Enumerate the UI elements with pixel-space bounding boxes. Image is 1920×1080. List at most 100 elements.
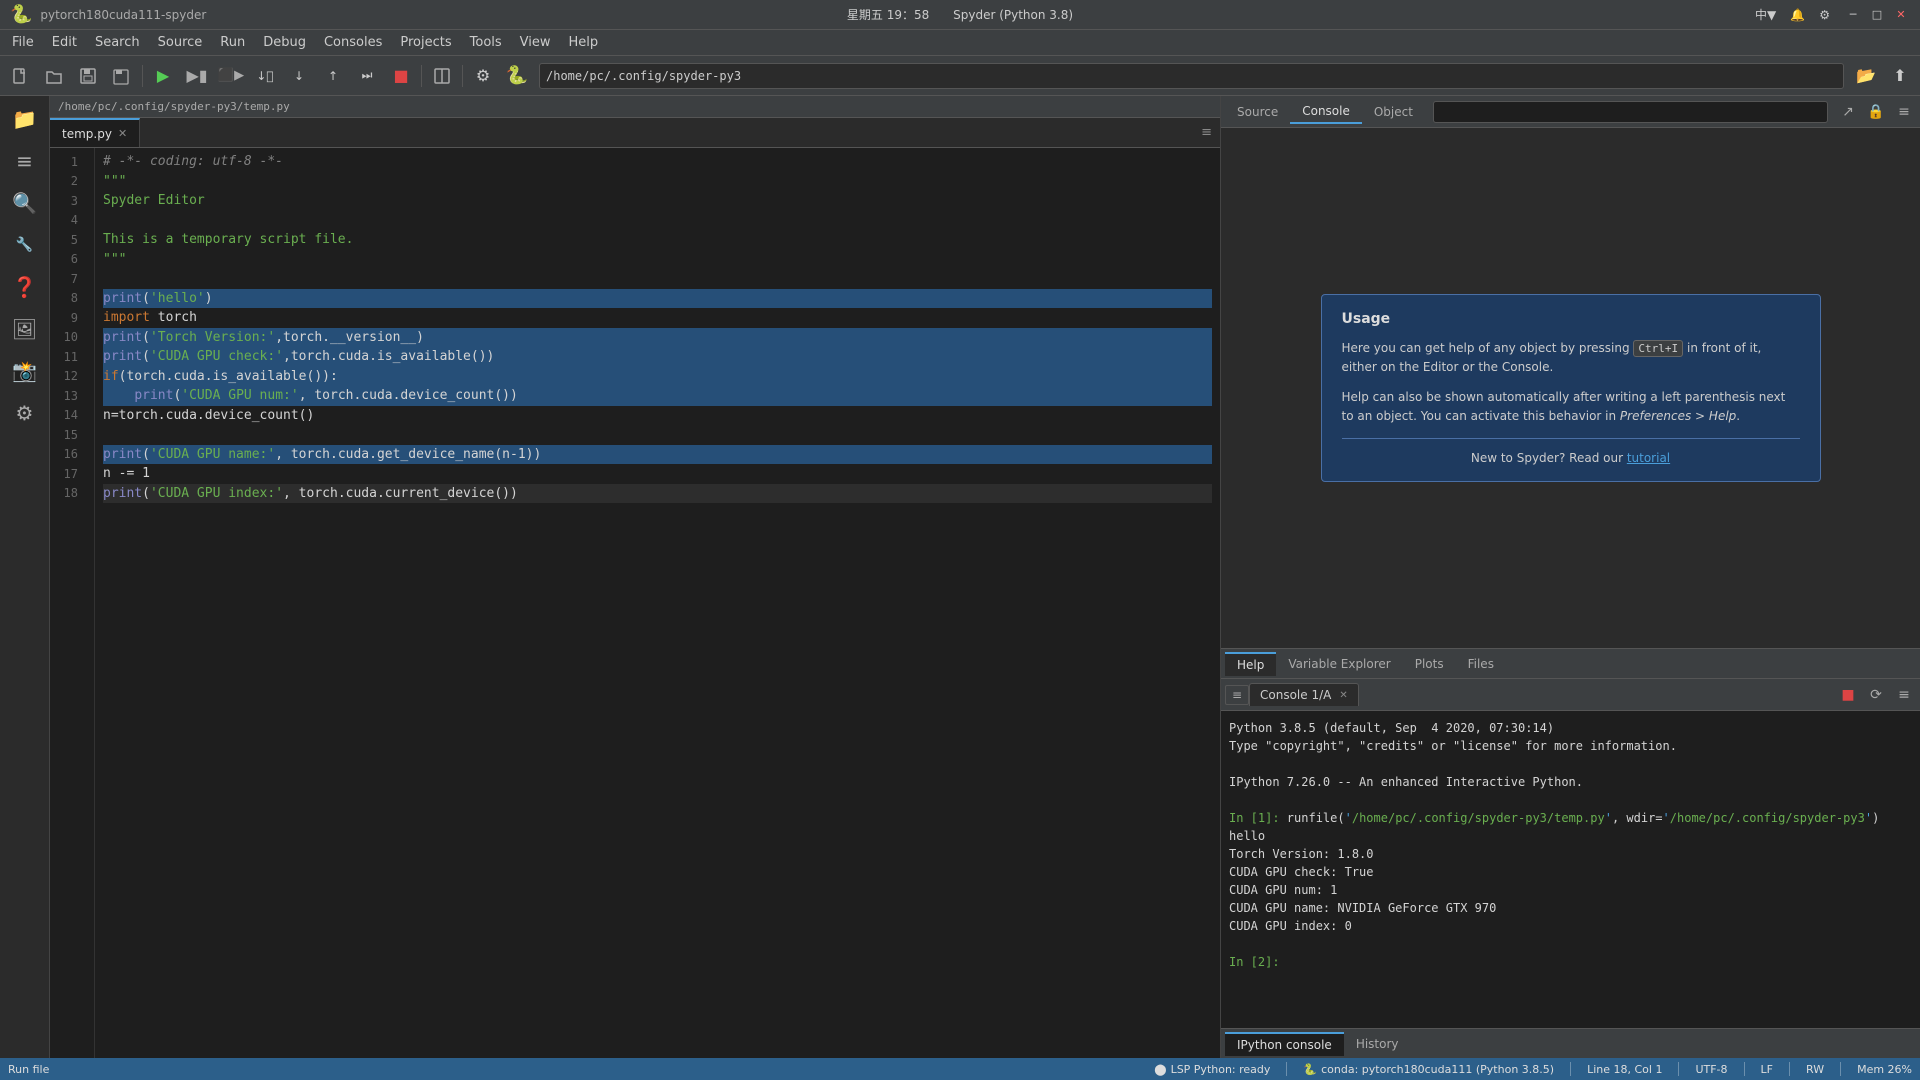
line-num-2: 2 (50, 172, 86, 192)
debug-button[interactable]: ⬛▶ (215, 61, 247, 91)
tab-console[interactable]: Console (1290, 100, 1362, 124)
tab-source[interactable]: Source (1225, 101, 1290, 123)
console-interrupt-button[interactable]: ■ (1836, 683, 1860, 707)
tutorial-link[interactable]: tutorial (1627, 451, 1670, 465)
sidebar-icon-camera[interactable]: 📸 (6, 352, 44, 390)
line-num-4: 4 (50, 211, 86, 231)
tab-files[interactable]: Files (1456, 653, 1506, 675)
toolbar: ▶ ▶▮ ⬛▶ ↓⃝ ↓ ↑ ⏭ ■ ⚙ 🐍 📂 ⬆ (0, 56, 1920, 96)
endings-status: LF (1761, 1063, 1773, 1076)
split-editor-button[interactable] (426, 61, 458, 91)
help-panel: Source Console Object ↗ 🔒 ≡ Usage Here y… (1221, 96, 1920, 678)
menu-tools[interactable]: Tools (462, 33, 510, 52)
sidebar-icon-help[interactable]: ❓ (6, 268, 44, 306)
menu-edit[interactable]: Edit (44, 33, 85, 52)
line-num-10: 10 (50, 328, 86, 348)
sidebar-icon-outline[interactable]: ≡ (6, 142, 44, 180)
right-panels: Source Console Object ↗ 🔒 ≡ Usage Here y… (1220, 96, 1920, 1058)
menu-view[interactable]: View (512, 33, 559, 52)
line-num-5: 5 (50, 230, 86, 250)
sidebar-icon-debug2[interactable]: 🔧 (6, 226, 44, 264)
options-button[interactable]: ≡ (1892, 100, 1916, 124)
menu-source[interactable]: Source (150, 33, 211, 52)
lock-button[interactable]: 🔒 (1864, 100, 1888, 124)
tab-help[interactable]: Help (1225, 652, 1276, 676)
close-button[interactable]: ✕ (1892, 6, 1910, 24)
app-title: pytorch180cuda111-spyder (40, 8, 206, 22)
step-into-button[interactable]: ↓ (283, 61, 315, 91)
lang-switcher[interactable]: 中▼ (1755, 6, 1776, 23)
step-over-button[interactable]: ↓⃝ (249, 61, 281, 91)
menu-file[interactable]: File (4, 33, 42, 52)
object-input[interactable] (1433, 101, 1828, 123)
line-numbers: 1 2 3 4 5 6 7 8 9 10 11 12 13 14 15 16 1… (50, 148, 95, 1058)
tab-plots[interactable]: Plots (1403, 653, 1456, 675)
menu-search[interactable]: Search (87, 33, 148, 52)
main-area: 📁 ≡ 🔍 🔧 ❓ 🖼 📸 ⚙ /home/pc/.config/spyder-… (0, 96, 1920, 1058)
line-num-17: 17 (50, 464, 86, 484)
sync-button[interactable]: ⬆ (1884, 61, 1916, 91)
console-bottom-tabs: IPython console History (1221, 1028, 1920, 1058)
source-link-button[interactable]: ↗ (1836, 100, 1860, 124)
new-file-button[interactable] (4, 61, 36, 91)
menu-consoles[interactable]: Consoles (316, 33, 390, 52)
tab-variable-explorer[interactable]: Variable Explorer (1276, 653, 1402, 675)
code-line-8: print('hello') (103, 289, 1212, 309)
conda-env-button[interactable]: 🐍 (501, 61, 533, 91)
editor-tab-temp-py[interactable]: temp.py ✕ (50, 118, 140, 147)
tab-close-button[interactable]: ✕ (118, 127, 127, 140)
save-file-button[interactable] (72, 61, 104, 91)
maximize-button[interactable]: □ (1868, 6, 1886, 24)
menu-help[interactable]: Help (561, 33, 607, 52)
console-line-1: Python 3.8.5 (default, Sep 4 2020, 07:30… (1229, 719, 1912, 737)
menu-debug[interactable]: Debug (255, 33, 314, 52)
line-num-7: 7 (50, 269, 86, 289)
tab-object[interactable]: Object (1362, 101, 1425, 123)
usage-center: New to Spyder? Read our tutorial (1342, 451, 1800, 465)
menu-projects[interactable]: Projects (392, 33, 459, 52)
sidebar-icon-files[interactable]: 📁 (6, 100, 44, 138)
step-out-button[interactable]: ↑ (317, 61, 349, 91)
console-tab-label: Console 1/A (1260, 688, 1331, 702)
sidebar-icon-plot[interactable]: 🖼 (6, 310, 44, 348)
settings-button[interactable]: ⚙ (467, 61, 499, 91)
code-content[interactable]: # -*- coding: utf-8 -*- """ Spyder Edito… (95, 148, 1220, 1058)
menu-run[interactable]: Run (212, 33, 253, 52)
sidebar-icon-settings2[interactable]: ⚙ (6, 394, 44, 432)
folder-icon-button[interactable]: 📂 (1850, 61, 1882, 91)
panel-tab-actions: ↗ 🔒 ≡ (1836, 100, 1916, 124)
save-all-button[interactable] (106, 61, 138, 91)
code-line-17: n -= 1 (103, 464, 1212, 484)
console-tab-close[interactable]: ✕ (1339, 690, 1347, 701)
tab-history[interactable]: History (1344, 1033, 1411, 1055)
line-num-11: 11 (50, 347, 86, 367)
sidebar-icon-find[interactable]: 🔍 (6, 184, 44, 222)
console-line-12: CUDA GPU index: 0 (1229, 917, 1912, 935)
console-menu-button[interactable]: ≡ (1225, 685, 1249, 705)
tab-menu-button[interactable]: ≡ (1193, 118, 1220, 147)
run-button[interactable]: ▶ (147, 61, 179, 91)
console-line-4: IPython 7.26.0 -- An enhanced Interactiv… (1229, 773, 1912, 791)
title-bar: 🐍 pytorch180cuda111-spyder 星期五 19：58 Spy… (0, 0, 1920, 30)
settings-icon[interactable]: ⚙ (1819, 8, 1830, 22)
minimize-button[interactable]: ─ (1844, 6, 1862, 24)
line-num-3: 3 (50, 191, 86, 211)
title-bar-center: 星期五 19：58 Spyder (Python 3.8) (847, 6, 1073, 23)
console-content[interactable]: Python 3.8.5 (default, Sep 4 2020, 07:30… (1221, 711, 1920, 1028)
usage-box: Usage Here you can get help of any objec… (1321, 294, 1821, 482)
console-pane: ≡ Console 1/A ✕ ■ ⟳ ≡ Python 3.8.5 (defa… (1221, 678, 1920, 1058)
tab-ipython-console[interactable]: IPython console (1225, 1032, 1344, 1056)
console-restart-button[interactable]: ⟳ (1864, 683, 1888, 707)
notification-icon[interactable]: 🔔 (1790, 8, 1805, 22)
stop-button[interactable]: ■ (385, 61, 417, 91)
position-text: Line 18, Col 1 (1587, 1063, 1662, 1076)
console-options-button[interactable]: ≡ (1892, 683, 1916, 707)
console-line-5 (1229, 791, 1912, 809)
path-input[interactable] (546, 69, 1837, 83)
continue-button[interactable]: ⏭ (351, 61, 383, 91)
console-tab-1[interactable]: Console 1/A ✕ (1249, 683, 1359, 706)
run-cell-button[interactable]: ▶▮ (181, 61, 213, 91)
open-file-button[interactable] (38, 61, 70, 91)
position-status: Line 18, Col 1 (1587, 1063, 1662, 1076)
code-line-3: Spyder Editor (103, 191, 1212, 211)
